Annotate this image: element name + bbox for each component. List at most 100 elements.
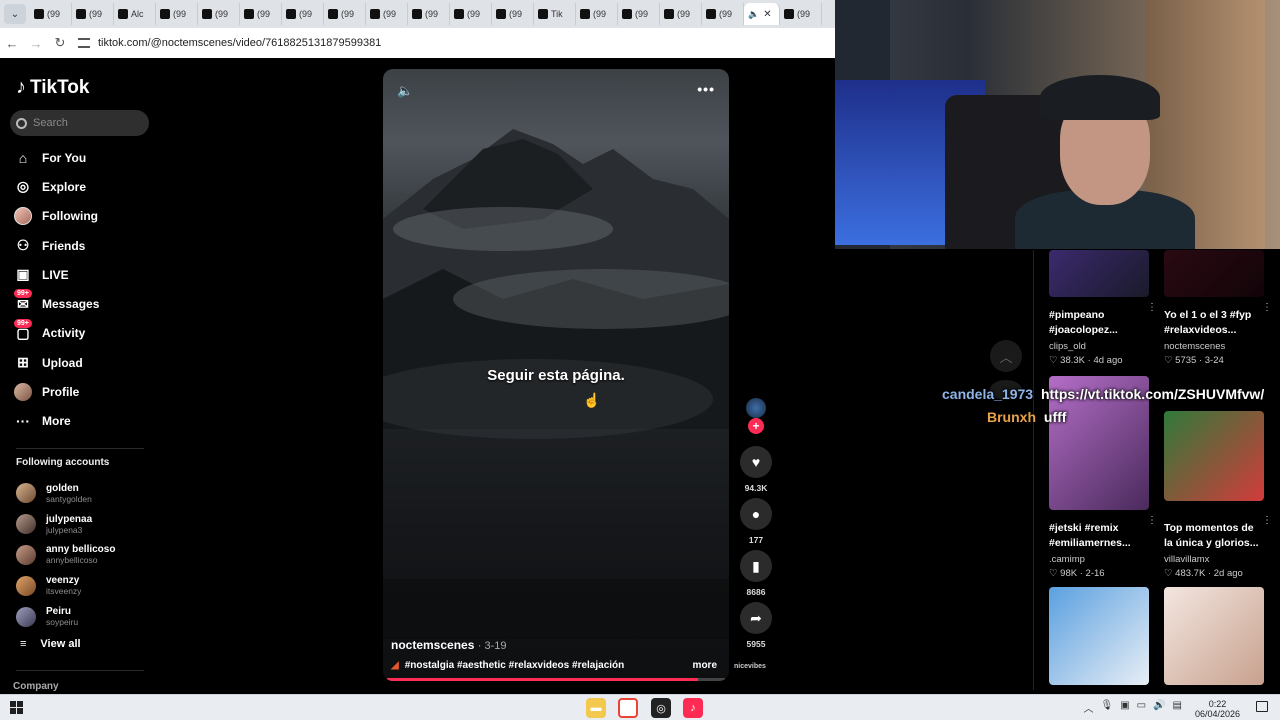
sidebar-item-explore[interactable]: ◎ Explore [14,172,154,201]
card-more-icon[interactable]: ⋮ [1262,515,1272,526]
sidebar-item-more[interactable]: ··· More [14,407,154,436]
card-more-icon[interactable]: ⋮ [1262,302,1272,313]
description-more-button[interactable]: more [693,660,717,671]
follow-plus-button[interactable]: + [748,418,764,434]
back-button[interactable]: ← [0,36,24,51]
author-name[interactable]: noctemscenes [391,638,474,652]
related-video-thumbnail[interactable] [1164,587,1264,685]
search-input[interactable]: Search [10,110,149,136]
related-video-thumbnail[interactable] [1164,250,1264,297]
video-author[interactable]: noctemscenes · 3-19 [391,638,506,652]
sidebar-item-activity[interactable]: ▢ 99+ Activity [14,318,154,348]
like-action[interactable]: ♥ 94.3K [740,446,772,493]
browser-tab[interactable]: (99 [492,3,534,25]
reload-button[interactable]: ↻ [48,35,72,51]
sidebar-item-for-you[interactable]: ⌂ For You [14,143,154,172]
card-more-icon[interactable]: ⋮ [1147,302,1157,313]
browser-tab[interactable]: (99 [618,3,660,25]
windows-start-icon[interactable] [10,701,23,714]
tiktok-logo[interactable]: ♪ TikTok [16,76,89,99]
sidebar-item-messages[interactable]: ✉ 99+ Messages [14,289,154,318]
browser-tab[interactable]: (99 [780,3,822,25]
comment-action[interactable]: ● 177 [740,498,772,545]
volume-icon[interactable]: 🔈 [397,83,413,99]
browser-tab[interactable]: (99 [324,3,366,25]
video-hashtags[interactable]: ◢ #nostalgia #aesthetic #relaxvideos #re… [391,660,624,671]
url-field[interactable]: tiktok.com/@noctemscenes/video/761882513… [78,37,381,49]
microphone-icon[interactable]: 🎙 [1100,700,1113,715]
live-icon: ▣ [16,266,30,283]
share-action[interactable]: ➦ 5955 [740,602,772,649]
video-player[interactable]: 🔈 ••• Seguir esta página. ☝ noctemscenes… [383,69,729,681]
close-tab-icon[interactable]: ✕ [763,9,771,20]
card-username[interactable]: .camimp [1049,554,1149,565]
creator-avatar[interactable] [746,398,766,418]
browser-tab[interactable]: (99 [660,3,702,25]
browser-tab[interactable]: (99 [156,3,198,25]
browser-tab[interactable]: (99 [282,3,324,25]
site-info-icon[interactable] [78,38,90,48]
view-all-button[interactable]: ≡ View all [20,638,81,650]
keyboard-icon[interactable]: ▤ [1173,700,1182,715]
active-browser-tab[interactable]: 🔈 ✕ [744,3,780,25]
sidebar-item-label: Explore [42,179,87,194]
obs-icon[interactable]: ◎ [651,698,671,718]
tray-app-icon[interactable]: ▣ [1120,700,1129,715]
browser-tab[interactable]: (99 [450,3,492,25]
browser-tab[interactable]: (99 [30,3,72,25]
sidebar-item-live[interactable]: ▣ LIVE [14,260,154,289]
related-video-card[interactable]: ⋮ #pimpeano #joacolopez... clips_old ♡ 38.3K… [1049,302,1157,366]
related-video-thumbnail[interactable] [1049,587,1149,685]
following-account[interactable]: julypenaa julypena3 [16,509,115,540]
previous-video-button[interactable]: ︿ [990,340,1022,372]
related-video-thumbnail[interactable] [1049,250,1149,297]
heart-icon[interactable]: ♥ [740,446,772,478]
browser-tab[interactable]: (99 [240,3,282,25]
browser-tab[interactable]: Alc [114,3,156,25]
more-options-icon[interactable]: ••• [697,81,715,97]
share-icon[interactable]: ➦ [740,602,772,634]
music-label[interactable]: nicevibes [734,663,766,670]
hashtags-text[interactable]: #nostalgia #aesthetic #relaxvideos #rela… [405,660,625,671]
network-icon[interactable]: ▭ [1137,700,1146,715]
card-username[interactable]: noctemscenes [1164,341,1264,352]
chrome-icon[interactable]: ◉ [618,698,638,718]
tiktok-app-icon[interactable]: ♪ [683,698,703,718]
browser-tab[interactable]: (99 [366,3,408,25]
related-video-card[interactable]: ⋮ #jetski #remix #emiliamernes... .camimp ♡ … [1049,515,1157,579]
card-username[interactable]: villavillamx [1164,554,1264,565]
clock[interactable]: 0:22 06/04/2026 [1195,699,1240,719]
tab-search-button[interactable]: ⌄ [4,4,26,24]
sidebar-item-profile[interactable]: Profile [14,377,154,406]
bookmark-icon[interactable]: ▮ [740,550,772,582]
video-progress-fill [387,678,698,681]
file-explorer-icon[interactable]: ▬ [586,698,606,718]
following-account[interactable]: golden santygolden [16,478,115,509]
browser-tab[interactable]: (99 [576,3,618,25]
card-more-icon[interactable]: ⋮ [1147,515,1157,526]
speaker-icon[interactable]: 🔊 [1153,700,1165,715]
chevron-up-icon[interactable]: ︿ [1083,700,1093,715]
browser-tab[interactable]: (99 [408,3,450,25]
save-action[interactable]: ▮ 8686 [740,550,772,597]
browser-tab[interactable]: (99 [702,3,744,25]
forward-button[interactable]: → [24,36,48,51]
video-progress-bar[interactable] [387,678,725,681]
following-account[interactable]: veenzy itsveenzy [16,570,115,601]
related-video-card[interactable]: ⋮ Top momentos de la única y glorios... vil… [1164,515,1272,579]
related-video-thumbnail[interactable] [1164,411,1264,501]
card-username[interactable]: clips_old [1049,341,1149,352]
comment-icon[interactable]: ● [740,498,772,530]
following-account[interactable]: anny bellicoso annybellicoso [16,540,115,571]
following-account[interactable]: Peiru soypeiru [16,601,115,632]
company-link[interactable]: Company [13,681,59,692]
sidebar-item-following[interactable]: Following [14,202,154,231]
browser-tab[interactable]: (99 [198,3,240,25]
browser-tab[interactable]: (99 [72,3,114,25]
related-video-card[interactable]: ⋮ Yo el 1 o el 3 #fyp #relaxvideos... nocte… [1164,302,1272,366]
sidebar-item-friends[interactable]: ⚇ Friends [14,231,154,260]
browser-tab[interactable]: Tik [534,3,576,25]
tab-audio-icon[interactable]: 🔈 [748,9,759,20]
notifications-icon[interactable] [1256,701,1268,712]
sidebar-item-upload[interactable]: ⊞ Upload [14,348,154,377]
